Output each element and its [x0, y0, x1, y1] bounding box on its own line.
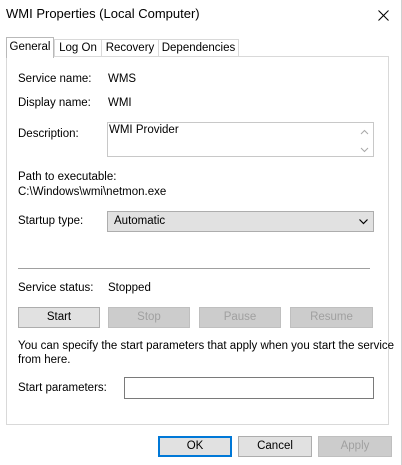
- start-params-info-line1: You can specify the start parameters tha…: [18, 340, 395, 352]
- general-panel: [6, 56, 389, 425]
- service-status-label: Service status:: [18, 282, 94, 294]
- window-title: WMI Properties (Local Computer): [6, 6, 200, 21]
- stop-button[interactable]: Stop: [108, 307, 190, 328]
- display-name-label: Display name:: [18, 97, 91, 109]
- resume-button[interactable]: Resume: [290, 307, 373, 328]
- start-params-label: Start parameters:: [18, 382, 107, 394]
- path-label: Path to executable:: [18, 171, 117, 183]
- tab-general[interactable]: General: [6, 37, 54, 58]
- start-button[interactable]: Start: [18, 307, 100, 328]
- description-field[interactable]: WMI Provider: [107, 122, 374, 157]
- startup-type-value: Automatic: [114, 215, 166, 227]
- service-name-label: Service name:: [18, 73, 92, 85]
- startup-type-label: Startup type:: [18, 215, 84, 227]
- ok-button[interactable]: OK: [158, 436, 232, 457]
- scroll-down-icon: [360, 147, 369, 153]
- close-button[interactable]: [366, 0, 400, 30]
- properties-dialog: WMI Properties (Local Computer) General …: [0, 0, 402, 465]
- title-bar[interactable]: WMI Properties (Local Computer): [0, 0, 400, 30]
- section-divider: [18, 268, 370, 269]
- tab-log-on[interactable]: Log On: [54, 39, 102, 56]
- service-status-value: Stopped: [108, 282, 151, 294]
- start-params-info-line2: from here.: [18, 354, 71, 366]
- description-value: WMI Provider: [109, 124, 179, 136]
- service-name-value: WMS: [108, 73, 137, 85]
- path-value: C:\Windows\wmi\netmon.exe: [18, 186, 167, 198]
- display-name-value: WMI: [108, 97, 132, 109]
- apply-button[interactable]: Apply: [318, 436, 392, 457]
- cancel-button[interactable]: Cancel: [238, 436, 312, 457]
- close-icon: [377, 9, 389, 21]
- chevron-down-icon: [359, 219, 368, 225]
- description-scrollbar[interactable]: [357, 124, 372, 155]
- scroll-up-icon: [360, 129, 369, 135]
- pause-button[interactable]: Pause: [199, 307, 281, 328]
- description-label: Description:: [18, 128, 79, 140]
- tab-dependencies[interactable]: Dependencies: [158, 39, 239, 56]
- tab-recovery[interactable]: Recovery: [101, 39, 159, 56]
- start-params-input[interactable]: [124, 377, 374, 399]
- startup-type-select[interactable]: Automatic: [107, 211, 374, 232]
